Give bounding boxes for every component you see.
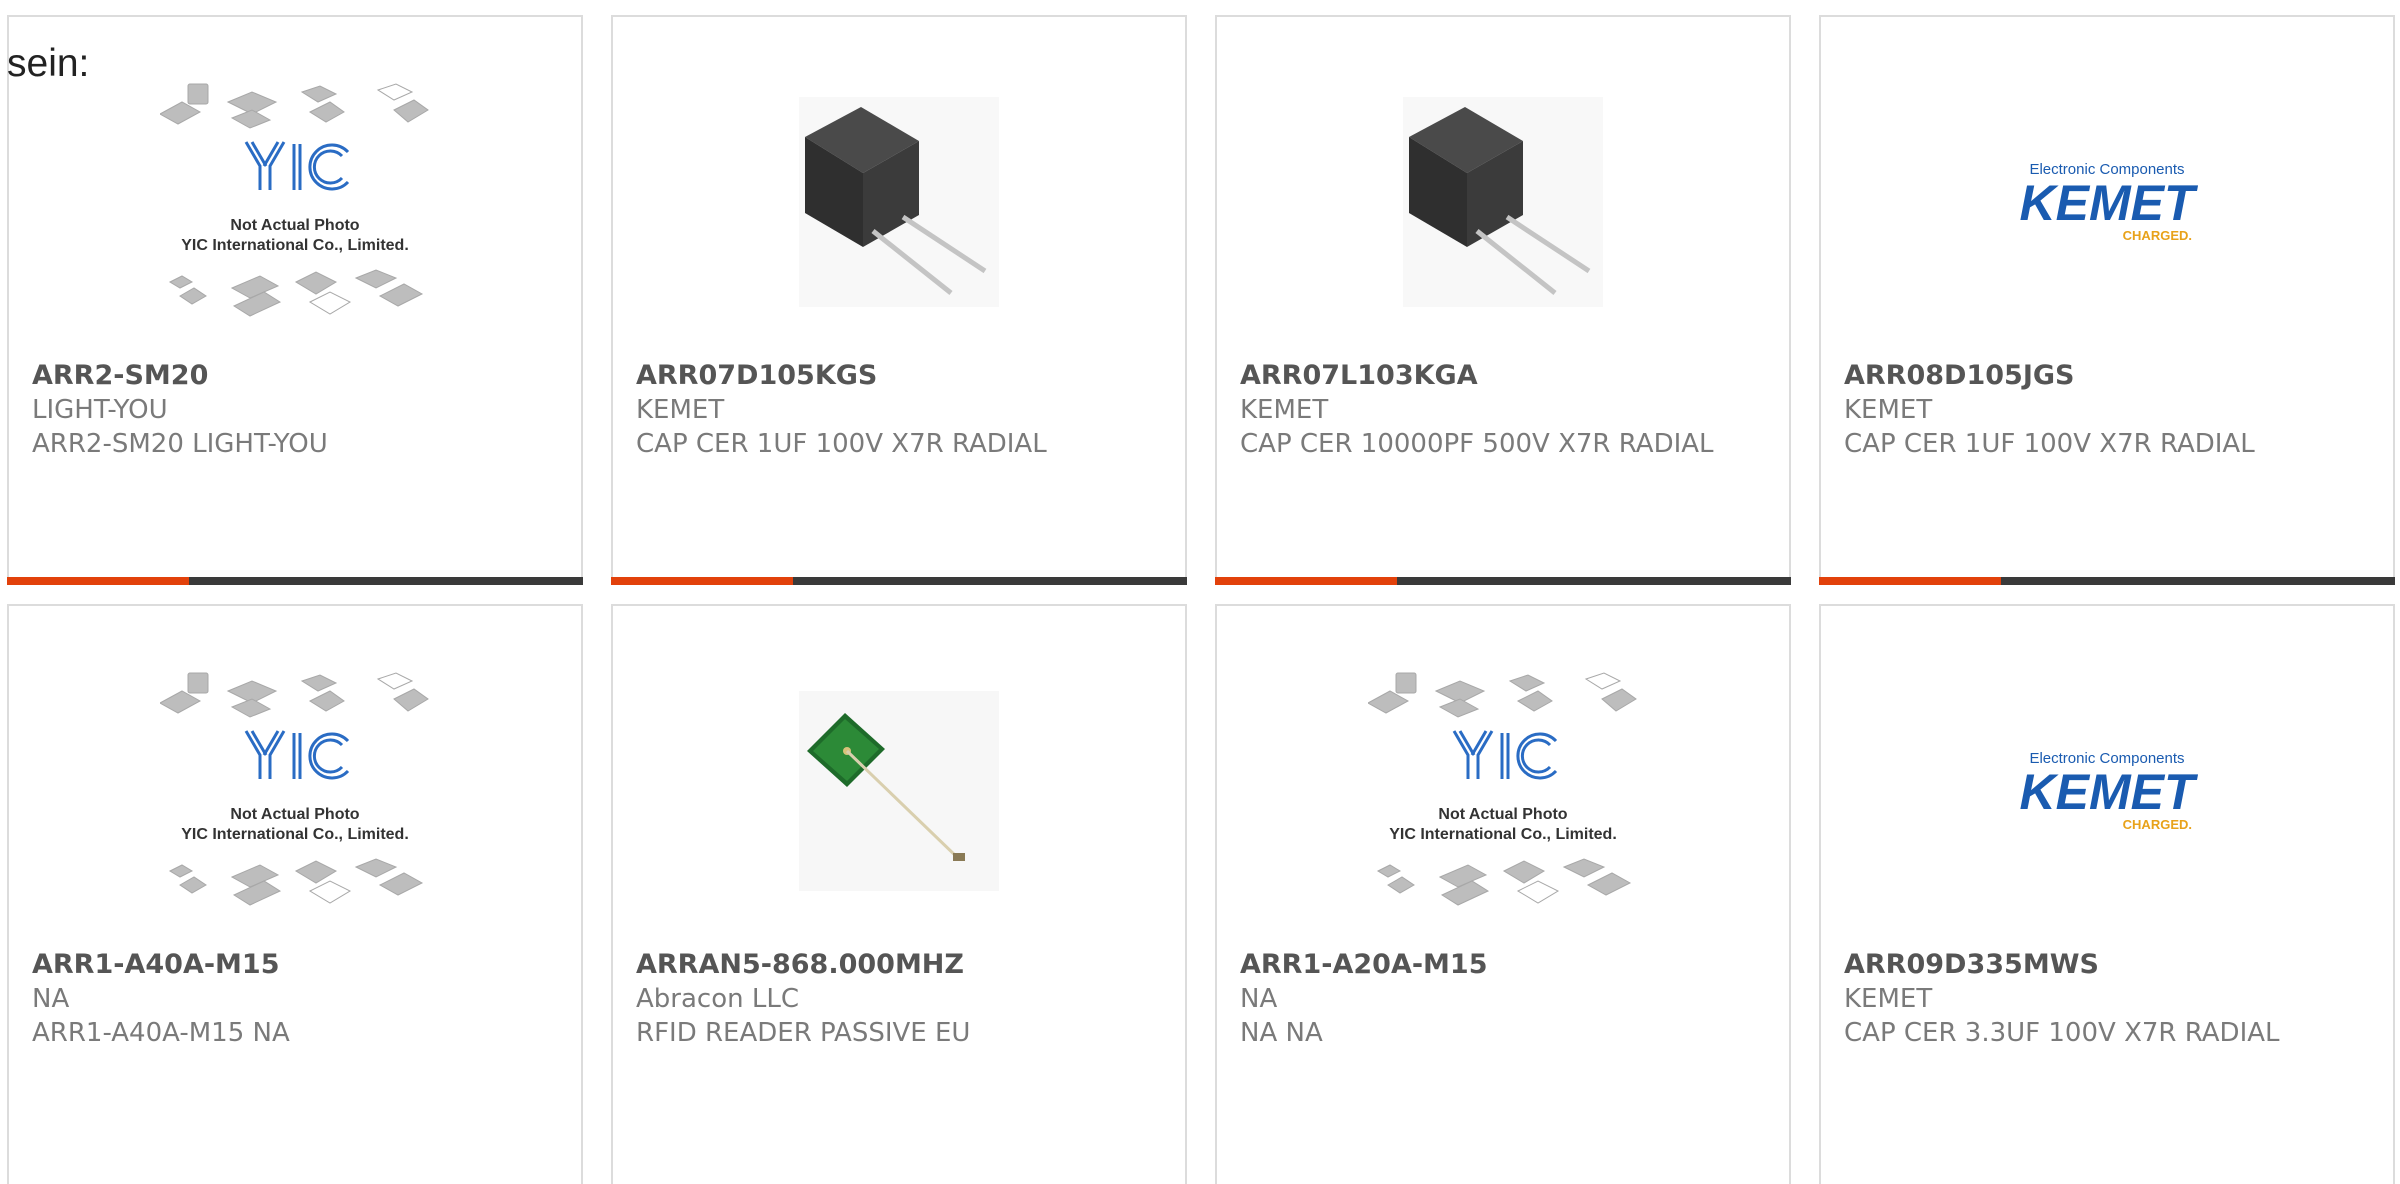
- svg-text:Not Actual Photo: Not Actual Photo: [1438, 806, 1567, 823]
- yic-placeholder-image: Not Actual Photo YIC International Co., …: [1368, 672, 1637, 906]
- svg-text:CHARGED.: CHARGED.: [2123, 817, 2192, 832]
- svg-text:Not Actual Photo: Not Actual Photo: [230, 806, 359, 823]
- description: CAP CER 1UF 100V X7R RADIAL: [1844, 429, 2255, 459]
- product-card[interactable]: ARR07D105KGS KEMET CAP CER 1UF 100V X7R …: [611, 15, 1187, 585]
- radial-capacitor-image: [799, 97, 999, 307]
- card-bar: [1819, 577, 2395, 585]
- kemet-logo: Electronic Components KEMET CHARGED.: [2020, 161, 2199, 243]
- manufacturer: NA: [1240, 984, 1278, 1014]
- product-card[interactable]: Not Actual Photo YIC International Co., …: [7, 15, 583, 585]
- part-number[interactable]: ARR2-SM20: [32, 359, 541, 393]
- product-image[interactable]: Electronic Components KEMET CHARGED.: [1821, 97, 2393, 307]
- radial-capacitor-image: [1403, 97, 1603, 307]
- product-image[interactable]: Not Actual Photo YIC International Co., …: [9, 672, 581, 906]
- card-bar: [1215, 577, 1791, 585]
- product-card[interactable]: Electronic Components KEMET CHARGED. ARR…: [1819, 604, 2395, 1184]
- manufacturer: NA: [32, 984, 70, 1014]
- svg-text:YIC International Co., Limited: YIC International Co., Limited.: [1389, 826, 1617, 843]
- description: CAP CER 1UF 100V X7R RADIAL: [636, 429, 1047, 459]
- product-image[interactable]: Not Actual Photo YIC International Co., …: [1217, 672, 1789, 906]
- manufacturer: Abracon LLC: [636, 984, 799, 1014]
- svg-text:YIC International Co., Limited: YIC International Co., Limited.: [181, 237, 409, 254]
- product-image[interactable]: [1217, 97, 1789, 307]
- svg-text:KEMET: KEMET: [2020, 175, 2199, 231]
- svg-text:KEMET: KEMET: [2020, 764, 2199, 820]
- part-number[interactable]: ARR07D105KGS: [636, 359, 1145, 393]
- description: CAP CER 10000PF 500V X7R RADIAL: [1240, 429, 1714, 459]
- description: RFID READER PASSIVE EU: [636, 1018, 971, 1048]
- manufacturer: LIGHT-YOU: [32, 395, 168, 425]
- card-bar: [611, 577, 1187, 585]
- svg-text:CHARGED.: CHARGED.: [2123, 228, 2192, 243]
- part-number[interactable]: ARR09D335MWS: [1844, 948, 2353, 982]
- part-number[interactable]: ARR07L103KGA: [1240, 359, 1749, 393]
- description: ARR1-A40A-M15 NA: [32, 1018, 290, 1048]
- manufacturer: KEMET: [1844, 395, 1933, 425]
- page-heading: sein:: [7, 42, 90, 85]
- product-image[interactable]: Not Actual Photo YIC International Co., …: [9, 83, 581, 317]
- part-number[interactable]: ARRAN5-868.000MHZ: [636, 948, 1145, 982]
- svg-text:YIC International Co., Limited: YIC International Co., Limited.: [181, 826, 409, 843]
- product-image[interactable]: [613, 686, 1185, 896]
- part-number[interactable]: ARR1-A40A-M15: [32, 948, 541, 982]
- yic-placeholder-image: Not Actual Photo YIC International Co., …: [160, 672, 429, 906]
- rfid-antenna-image: [799, 691, 999, 891]
- description: CAP CER 3.3UF 100V X7R RADIAL: [1844, 1018, 2280, 1048]
- product-card[interactable]: ARRAN5-868.000MHZ Abracon LLC RFID READE…: [611, 604, 1187, 1184]
- product-card[interactable]: Electronic Components KEMET CHARGED. ARR…: [1819, 15, 2395, 585]
- description: ARR2-SM20 LIGHT-YOU: [32, 429, 328, 459]
- manufacturer: KEMET: [1844, 984, 1933, 1014]
- product-card[interactable]: Not Actual Photo YIC International Co., …: [7, 604, 583, 1184]
- product-card[interactable]: ARR07L103KGA KEMET CAP CER 10000PF 500V …: [1215, 15, 1791, 585]
- part-number[interactable]: ARR08D105JGS: [1844, 359, 2353, 393]
- product-card[interactable]: Not Actual Photo YIC International Co., …: [1215, 604, 1791, 1184]
- part-number[interactable]: ARR1-A20A-M15: [1240, 948, 1749, 982]
- product-image[interactable]: Electronic Components KEMET CHARGED.: [1821, 686, 2393, 896]
- manufacturer: KEMET: [636, 395, 725, 425]
- manufacturer: KEMET: [1240, 395, 1329, 425]
- description: NA NA: [1240, 1018, 1323, 1048]
- card-bar: [7, 577, 583, 585]
- svg-text:Not Actual Photo: Not Actual Photo: [230, 217, 359, 234]
- yic-placeholder-image: Not Actual Photo YIC International Co., …: [160, 83, 429, 317]
- product-image[interactable]: [613, 97, 1185, 307]
- kemet-logo: Electronic Components KEMET CHARGED.: [2020, 750, 2199, 832]
